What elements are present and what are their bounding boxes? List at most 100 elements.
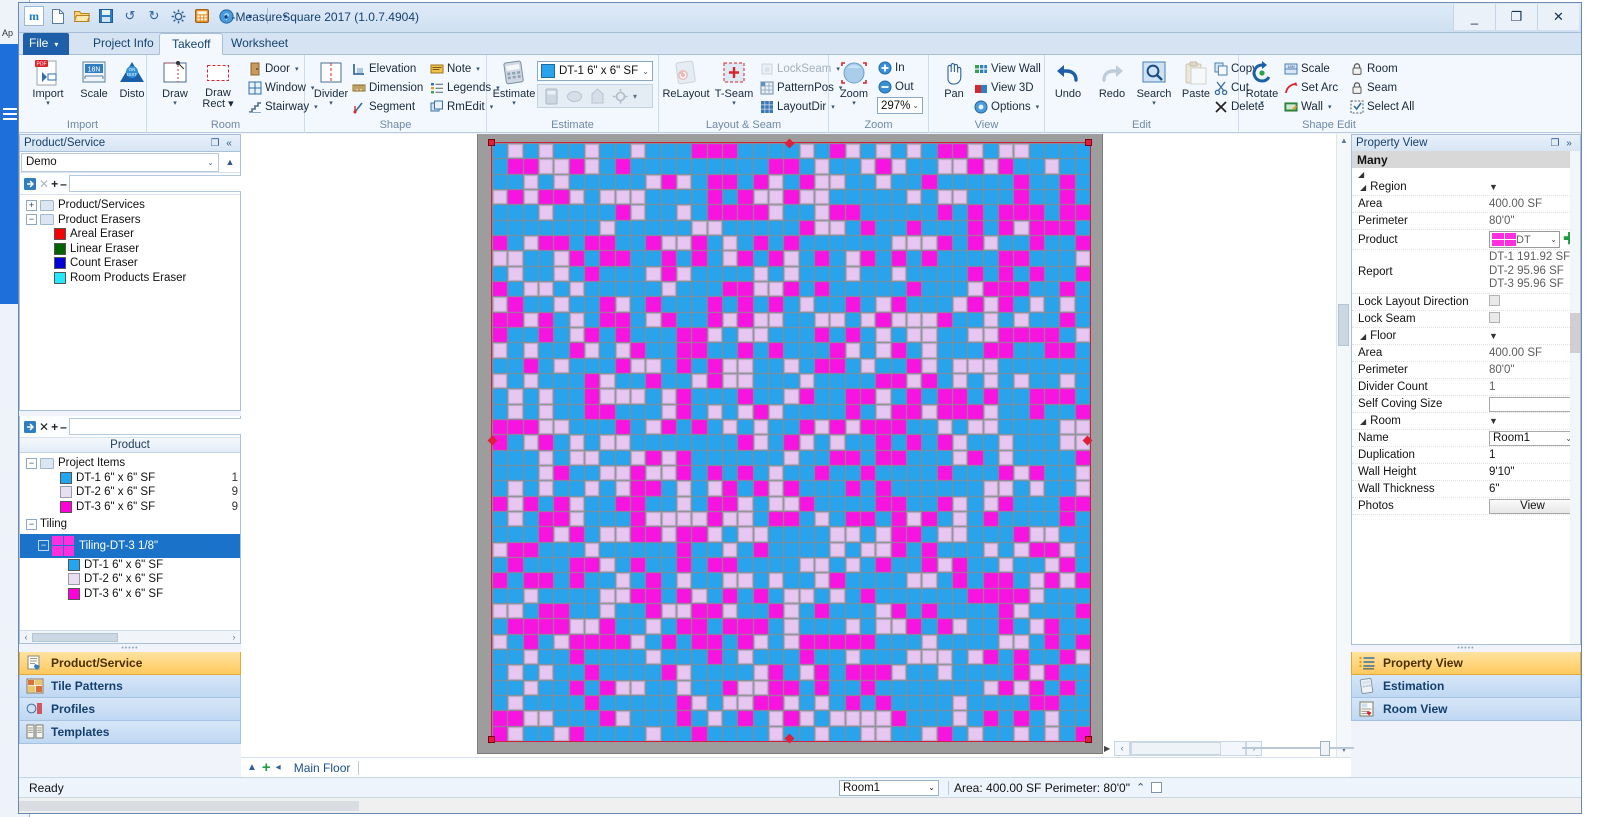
chevron-down-icon[interactable]: ▾ <box>228 98 234 110</box>
pan-button[interactable]: Pan <box>931 58 977 100</box>
triangle-icon[interactable]: ◢ <box>1360 332 1366 341</box>
import-button[interactable]: PDF Import ▾ <box>25 58 71 107</box>
scale-shape-button[interactable]: 18N Scale <box>1283 60 1330 78</box>
project-tree-hscrollbar[interactable]: ‹ › <box>20 630 240 643</box>
note-button[interactable]: Note ▾ <box>429 60 480 78</box>
view-3d-button[interactable]: View 3D <box>973 79 1034 97</box>
tree-item-linear-eraser[interactable]: Linear Eraser <box>20 242 240 257</box>
search-button[interactable]: Search ▾ <box>1131 58 1177 107</box>
chevron-down-icon[interactable]: ▼ <box>1489 331 1498 341</box>
catalog-up-button[interactable]: ▲ <box>220 157 240 167</box>
sidebar-item-property-view[interactable]: Property View <box>1351 652 1581 675</box>
zoom-button[interactable]: Zoom ▾ <box>831 58 877 107</box>
expander-icon[interactable]: − <box>26 458 37 469</box>
tree-item-tiling[interactable]: − Tiling <box>20 517 240 532</box>
draw-button[interactable]: Draw ▾ <box>152 58 198 107</box>
restore-icon[interactable]: ❐ <box>1548 138 1562 149</box>
tree-item-tiling-dt3[interactable]: − Tiling-DT-3 1/8" <box>20 534 240 558</box>
hscroll-track[interactable] <box>1130 741 1246 756</box>
chevron-down-icon[interactable]: ▼ <box>1489 182 1498 192</box>
tree-item-dt1[interactable]: DT-1 6" x 6" SF 1 <box>20 471 240 486</box>
chevron-down-icon[interactable]: ⌄ <box>912 101 919 110</box>
photos-view-button[interactable]: View <box>1489 499 1576 514</box>
property-group-floor[interactable]: ◢Floor ▼ <box>1352 328 1580 345</box>
tree-item-pattern-dt3[interactable]: DT-3 6" x 6" SF <box>20 587 240 602</box>
project-toolbar[interactable]: ✕ + – ≫ <box>20 416 240 438</box>
property-row-self-coving-size[interactable]: Self Coving Size <box>1352 396 1580 413</box>
chevron-down-icon[interactable]: ▾ <box>831 100 877 107</box>
tseam-button[interactable]: T-Seam ▾ <box>711 58 757 107</box>
dimension-button[interactable]: Dimension <box>351 79 423 97</box>
catalog-toolbar[interactable]: ✕ + – ≫ <box>20 173 240 195</box>
vertex-handle-top-right[interactable] <box>1085 139 1092 146</box>
zoom-in-button[interactable]: In <box>877 59 905 77</box>
zoom-slider-knob[interactable] <box>1320 741 1330 756</box>
property-row-region-perimeter[interactable]: Perimeter 80'0" <box>1352 213 1580 230</box>
relayout-button[interactable]: ReLayout <box>659 58 713 100</box>
sidebar-item-product-service[interactable]: Product/Service <box>19 652 241 675</box>
tree-item-areal-eraser[interactable]: Areal Eraser <box>20 227 240 242</box>
minus-icon[interactable]: – <box>60 176 67 192</box>
chevron-down-icon[interactable]: ⌄ <box>642 67 649 76</box>
chevron-down-icon[interactable]: ▾ <box>152 100 198 107</box>
chevron-down-icon[interactable]: ▾ <box>1036 103 1040 111</box>
property-group-room[interactable]: ◢Room ▼ <box>1352 413 1580 430</box>
zoom-slider[interactable] <box>1242 744 1354 752</box>
estimate-mini-icon[interactable] <box>541 86 562 106</box>
calculator-icon[interactable] <box>192 6 212 26</box>
floor-up-icon[interactable]: ▲ <box>247 762 257 773</box>
project-search-input[interactable] <box>69 418 252 435</box>
scroll-left-icon[interactable]: ‹ <box>20 632 32 642</box>
expander-icon[interactable]: − <box>26 519 37 530</box>
tree-item-project-items[interactable]: − Project Items <box>20 456 240 471</box>
new-icon[interactable] <box>48 6 68 26</box>
material-mini-icon[interactable] <box>564 86 585 106</box>
panel-icon[interactable] <box>1151 782 1162 793</box>
chevron-down-icon[interactable]: ▾ <box>490 100 538 107</box>
rotate-button[interactable]: Rotate ▾ <box>1239 58 1285 107</box>
chevron-down-icon[interactable]: ▾ <box>1131 100 1177 107</box>
labor-mini-icon[interactable] <box>587 86 608 106</box>
tab-takeoff[interactable]: Takeoff <box>159 33 223 55</box>
property-row-divider-count[interactable]: Divider Count 1 <box>1352 379 1580 396</box>
chevron-down-icon[interactable]: ▾ <box>25 100 71 107</box>
redo-button[interactable]: Redo <box>1089 58 1135 100</box>
room-floor[interactable] <box>492 143 1090 741</box>
catalog-combo[interactable]: Demo ⌄ <box>21 153 219 172</box>
property-view-scrollbar[interactable] <box>1570 151 1580 644</box>
project-tree[interactable]: − Project Items DT-1 6" x 6" SF 1 DT-2 6… <box>20 453 240 630</box>
chevron-down-icon[interactable]: ▾ <box>633 92 637 101</box>
floor-tab-bar[interactable]: ▲ + ◂ Main Floor <box>241 757 1351 777</box>
gear-mini-icon[interactable] <box>610 86 631 106</box>
drawing-canvas[interactable]: ▲ ▼ <box>241 134 1351 757</box>
elevation-button[interactable]: Elevation <box>351 60 416 78</box>
lock-seam-button[interactable]: Seam <box>1349 79 1397 97</box>
tab-worksheet[interactable]: Worksheet <box>219 33 300 55</box>
vertex-handle-bottom-left[interactable] <box>488 736 495 743</box>
property-row-photos[interactable]: Photos View <box>1352 498 1580 515</box>
expander-icon[interactable]: − <box>26 214 37 225</box>
expand-icon[interactable]: » <box>1562 138 1576 149</box>
chevron-down-icon[interactable]: ▼ <box>1489 416 1498 426</box>
tree-item-dt2[interactable]: DT-2 6" x 6" SF 9 <box>20 485 240 500</box>
tile-layout-canvas[interactable] <box>492 143 1090 741</box>
restore-icon[interactable]: ❐ <box>208 138 222 149</box>
lock-room-button[interactable]: Room <box>1349 60 1398 78</box>
floor-tab-main-floor[interactable]: Main Floor <box>286 761 360 775</box>
plus-icon[interactable]: + <box>51 419 58 435</box>
redo-icon[interactable]: ↻ <box>144 6 164 26</box>
hscroll-thumb[interactable] <box>1131 742 1221 755</box>
view-wall-button[interactable]: View Wall <box>973 60 1041 78</box>
close-button[interactable]: ✕ <box>1537 4 1579 30</box>
segment-button[interactable]: Segment <box>351 98 415 116</box>
property-row-region-report[interactable]: Report DT-1 191.92 SF DT-2 95.96 SF DT-3… <box>1352 250 1580 294</box>
sidebar-item-tile-patterns[interactable]: Tile Patterns <box>19 675 241 698</box>
scroll-play-icon[interactable]: ▶ <box>1104 744 1110 753</box>
window-controls[interactable]: _ ❐ ✕ <box>1453 4 1579 30</box>
chevron-down-icon[interactable]: ⌄ <box>1550 235 1557 244</box>
property-row-region-area[interactable]: Area 400.00 SF <box>1352 196 1580 213</box>
lock-layout-direction-checkbox[interactable] <box>1489 295 1500 306</box>
plus-icon[interactable]: + <box>51 176 58 192</box>
lock-seam-checkbox[interactable] <box>1489 312 1500 323</box>
minimize-button[interactable]: _ <box>1453 4 1495 30</box>
